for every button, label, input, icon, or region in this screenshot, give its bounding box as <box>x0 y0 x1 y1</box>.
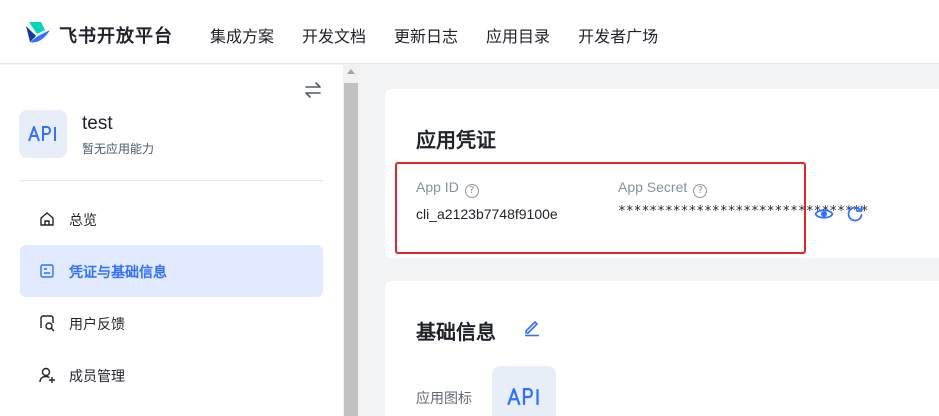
api-logo-icon <box>507 388 539 406</box>
refresh-icon[interactable] <box>845 204 865 224</box>
basic-info-title: 基础信息 <box>416 322 496 344</box>
top-nav: 集成方案 开发文档 更新日志 应用目录 开发者广场 <box>210 23 686 47</box>
app-secret-label-text: App Secret <box>618 179 688 195</box>
member-icon <box>39 367 55 383</box>
nav-item-changelog[interactable]: 更新日志 <box>394 23 458 47</box>
edit-icon[interactable] <box>522 317 542 337</box>
feedback-icon <box>40 315 55 332</box>
credentials-title: 应用凭证 <box>416 130 496 152</box>
sidebar-item-label: 成员管理 <box>69 368 125 384</box>
scroll-up-arrow-icon[interactable] <box>347 69 355 74</box>
sidebar-item-overview[interactable]: 总览 <box>20 193 323 245</box>
top-bar: 飞书开放平台 集成方案 开发文档 更新日志 应用目录 开发者广场 <box>0 0 939 64</box>
api-logo-icon <box>28 126 56 142</box>
app-id-label-text: App ID <box>416 179 459 195</box>
sidebar-item-credentials[interactable]: 凭证与基础信息 <box>20 245 323 297</box>
scroll-thumb[interactable] <box>344 83 358 416</box>
nav-item-app-directory[interactable]: 应用目录 <box>486 23 550 47</box>
app-avatar <box>19 110 67 158</box>
app-icon-label: 应用图标 <box>416 390 472 406</box>
sidebar-item-feedback[interactable]: 用户反馈 <box>20 297 323 349</box>
nav-item-docs[interactable]: 开发文档 <box>302 23 366 47</box>
swap-icon[interactable] <box>303 81 323 99</box>
app-id-label: App ID? <box>416 179 479 198</box>
sidebar-item-label: 用户反馈 <box>69 316 125 332</box>
brand-name[interactable]: 飞书开放平台 <box>59 22 173 48</box>
sidebar-scrollbar[interactable] <box>343 65 359 416</box>
nav-item-solutions[interactable]: 集成方案 <box>210 23 274 47</box>
app-id-value[interactable]: cli_a2123b7748f9100e <box>416 206 558 222</box>
app-icon-preview[interactable] <box>492 366 556 416</box>
sidebar-item-members[interactable]: 成员管理 <box>20 349 323 401</box>
sidebar-divider <box>20 180 323 181</box>
sidebar: test 暂无应用能力 总览 凭证与基础信息 用户反馈 成员管理 <box>0 65 343 416</box>
help-icon[interactable]: ? <box>693 184 708 198</box>
app-subtitle: 暂无应用能力 <box>82 142 155 156</box>
sidebar-item-label: 总览 <box>69 212 97 228</box>
home-icon <box>40 212 54 226</box>
help-icon[interactable]: ? <box>464 184 479 198</box>
sidebar-item-label: 凭证与基础信息 <box>69 264 167 280</box>
nav-item-developer-square[interactable]: 开发者广场 <box>578 23 658 47</box>
eye-icon[interactable] <box>814 204 834 224</box>
app-secret-label: App Secret? <box>618 179 708 198</box>
app-name: test <box>82 113 113 134</box>
credential-icon <box>40 264 54 278</box>
feishu-logo-icon[interactable] <box>24 20 52 46</box>
